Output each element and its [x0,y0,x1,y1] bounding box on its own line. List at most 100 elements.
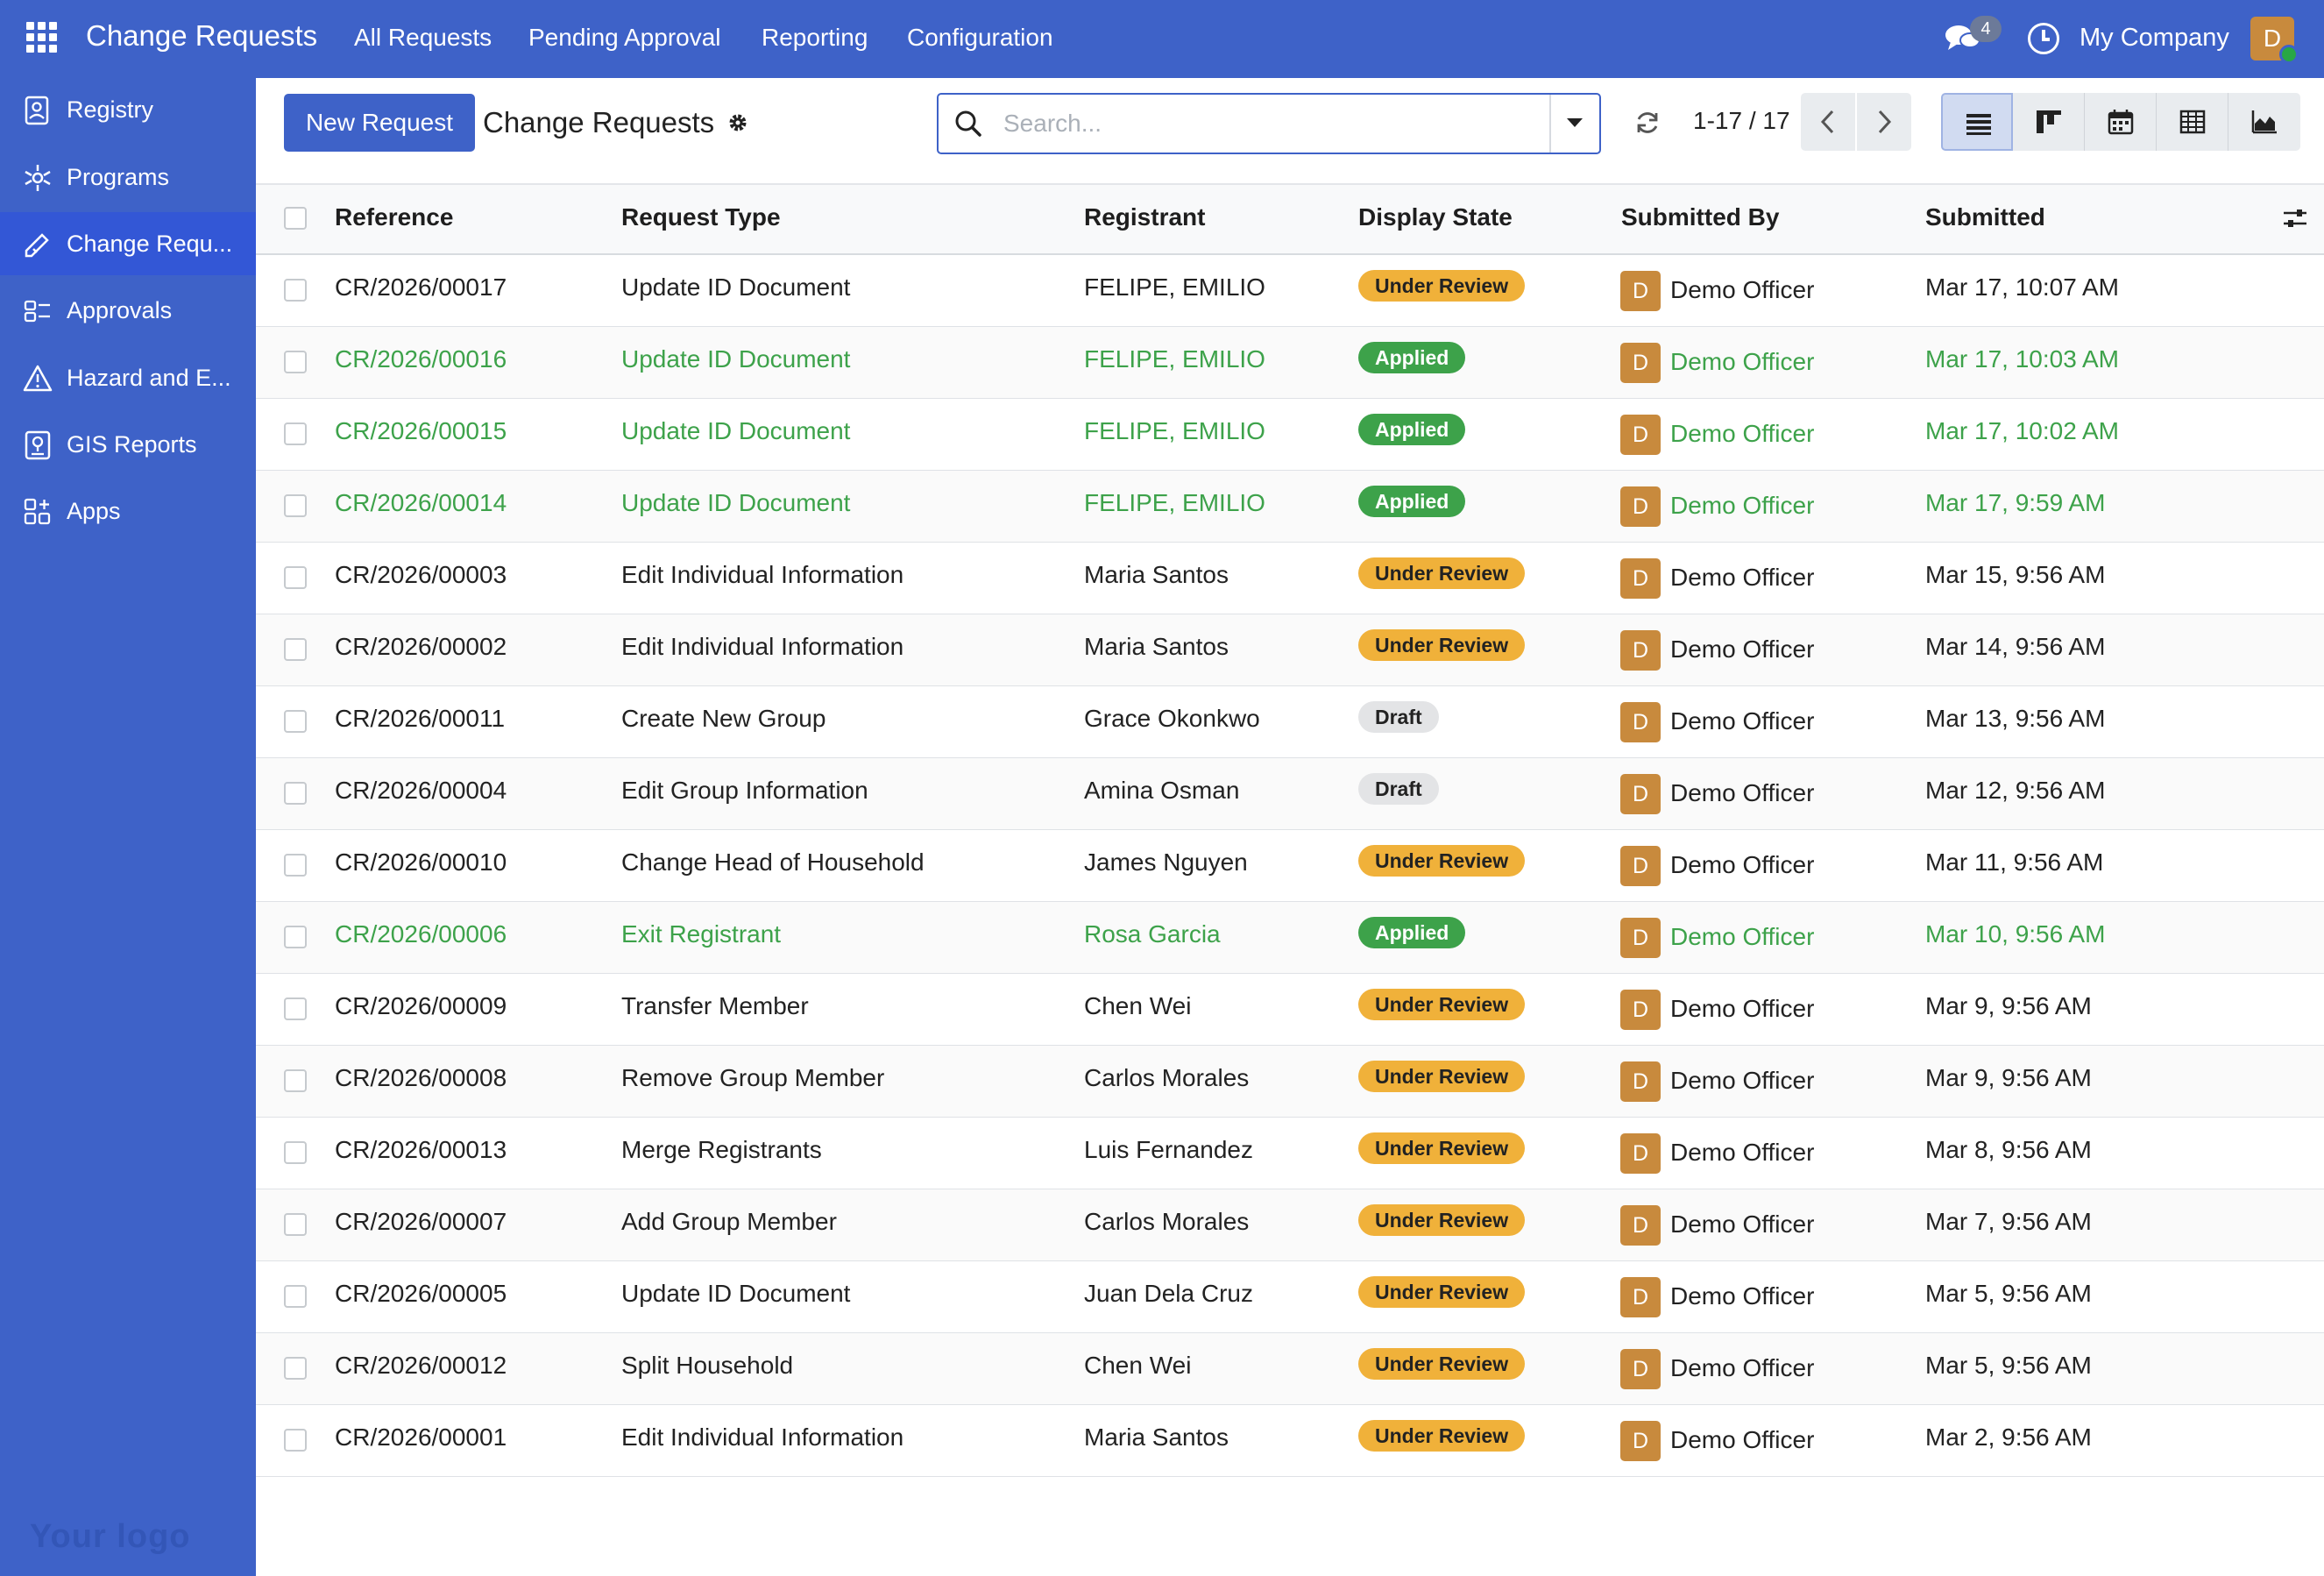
request-type-cell: Remove Group Member [621,1064,885,1091]
row-checkbox[interactable] [284,782,307,805]
column-header-submitted[interactable]: Submitted [1925,203,2045,231]
table-row[interactable]: CR/2026/00010 Change Head of Household Jam… [256,830,2324,902]
column-header-reference[interactable]: Reference [335,203,453,231]
row-checkbox[interactable] [284,638,307,661]
row-checkbox[interactable] [284,926,307,948]
table-row[interactable]: CR/2026/00008 Remove Group Member Carlos M… [256,1046,2324,1118]
row-checkbox[interactable] [284,566,307,589]
change-requests-icon [25,233,49,258]
registrant-cell: Carlos Morales [1084,1064,1250,1091]
list-view-button[interactable] [1941,93,2013,151]
table-row[interactable]: CR/2026/00014 Update ID Document FELIPE, E… [256,471,2324,543]
sidebar-item-gis-reports[interactable]: GIS Reports [0,413,256,476]
submitted-by-cell: Demo Officer [1670,1067,1815,1094]
app-title[interactable]: Change Requests [86,19,317,53]
column-header-registrant[interactable]: Registrant [1084,203,1205,231]
status-badge: Under Review [1358,270,1526,302]
sidebar-item-change-requests[interactable]: Change Requ... [0,212,256,275]
row-checkbox[interactable] [284,1213,307,1236]
row-checkbox[interactable] [284,279,307,302]
chat-count-badge: 4 [1970,16,2002,42]
pivot-view-icon [2179,110,2206,134]
nav-all-requests[interactable]: All Requests [354,24,492,52]
reference-cell: CR/2026/00008 [335,1064,507,1091]
table-row[interactable]: CR/2026/00012 Split Household Chen Wei Unde… [256,1333,2324,1405]
pager-previous-button[interactable] [1801,93,1855,151]
table-row[interactable]: CR/2026/00001 Edit Individual Information… [256,1405,2324,1477]
apps-icon [24,498,51,525]
search-input[interactable] [1002,103,1519,144]
row-checkbox[interactable] [284,997,307,1020]
row-checkbox[interactable] [284,351,307,373]
column-header-display-state[interactable]: Display State [1358,203,1513,231]
table-row[interactable]: CR/2026/00004 Edit Group Information Amina… [256,758,2324,830]
clock-icon[interactable] [2028,23,2059,54]
select-all-checkbox[interactable] [284,207,307,230]
row-checkbox[interactable] [284,1429,307,1452]
table-row[interactable]: CR/2026/00017 Update ID Document FELIPE, E… [256,255,2324,327]
pivot-view-button[interactable] [2157,93,2228,151]
nav-reporting[interactable]: Reporting [762,24,868,52]
avatar: D [1620,1277,1661,1317]
submitted-by-cell: Demo Officer [1670,1139,1815,1166]
row-checkbox[interactable] [284,1069,307,1092]
pager-value[interactable]: 1-17 / 17 [1693,107,1790,135]
sidebar-item-hazard[interactable]: Hazard and E... [0,346,256,409]
registrant-cell: FELIPE, EMILIO [1084,417,1265,444]
row-checkbox[interactable] [284,494,307,517]
search-dropdown-toggle[interactable] [1567,118,1583,127]
submitted-date-cell: Mar 12, 9:56 AM [1925,777,2106,804]
nav-configuration[interactable]: Configuration [907,24,1053,52]
chevron-left-icon [1820,110,1834,134]
submitted-by-cell: Demo Officer [1670,276,1815,303]
refresh-icon[interactable] [1633,109,1662,137]
table-row[interactable]: CR/2026/00006 Exit Registrant Rosa Garcia A… [256,902,2324,974]
table-row[interactable]: CR/2026/00007 Add Group Member Carlos Mora… [256,1189,2324,1261]
column-settings-icon[interactable] [2282,205,2308,231]
table-row[interactable]: CR/2026/00013 Merge Registrants Luis Ferna… [256,1118,2324,1189]
calendar-view-button[interactable] [2085,93,2157,151]
row-checkbox[interactable] [284,422,307,445]
row-checkbox[interactable] [284,854,307,877]
gear-icon[interactable] [726,110,750,135]
submitted-date-cell: Mar 17, 10:03 AM [1925,345,2120,373]
kanban-view-button[interactable] [2013,93,2085,151]
company-switcher[interactable]: My Company [2080,24,2229,53]
table-row[interactable]: CR/2026/00016 Update ID Document FELIPE, E… [256,327,2324,399]
table-row[interactable]: CR/2026/00015 Update ID Document FELIPE, E… [256,399,2324,471]
apps-grid-icon[interactable] [26,22,58,53]
programs-icon [25,165,51,191]
table-row[interactable]: CR/2026/00011 Create New Group Grace Okonk… [256,686,2324,758]
sidebar-item-programs[interactable]: Programs [0,146,256,209]
reference-cell: CR/2026/00002 [335,633,507,660]
row-checkbox[interactable] [284,1285,307,1308]
column-header-request-type[interactable]: Request Type [621,203,781,231]
table-row[interactable]: CR/2026/00005 Update ID Document Juan Dela… [256,1261,2324,1333]
avatar: D [1620,271,1661,311]
registrant-cell: Chen Wei [1084,992,1192,1019]
reference-cell: CR/2026/00011 [335,705,506,732]
new-request-button[interactable]: New Request [284,94,475,152]
status-badge: Draft [1358,701,1439,733]
row-checkbox[interactable] [284,710,307,733]
column-header-submitted-by[interactable]: Submitted By [1621,203,1779,231]
status-badge: Under Review [1358,1132,1526,1164]
nav-pending-approval[interactable]: Pending Approval [528,24,721,52]
table-row[interactable]: CR/2026/00009 Transfer Member Chen Wei Unde… [256,974,2324,1046]
sidebar-item-label: Programs [67,164,170,190]
sidebar-item-approvals[interactable]: Approvals [0,279,256,342]
sidebar-item-apps[interactable]: Apps [0,479,256,543]
table-row[interactable]: CR/2026/00003 Edit Individual Information… [256,543,2324,614]
submitted-by-cell: Demo Officer [1670,1210,1815,1238]
submitted-by-cell: Demo Officer [1670,779,1815,806]
registrant-cell: Chen Wei [1084,1352,1192,1379]
request-type-cell: Create New Group [621,705,826,732]
pager-next-button[interactable] [1857,93,1911,151]
request-type-cell: Add Group Member [621,1208,837,1235]
request-type-cell: Update ID Document [621,489,851,516]
graph-view-button[interactable] [2228,93,2300,151]
table-row[interactable]: CR/2026/00002 Edit Individual Information… [256,614,2324,686]
row-checkbox[interactable] [284,1141,307,1164]
row-checkbox[interactable] [284,1357,307,1380]
sidebar-item-registry[interactable]: Registry [0,78,256,141]
